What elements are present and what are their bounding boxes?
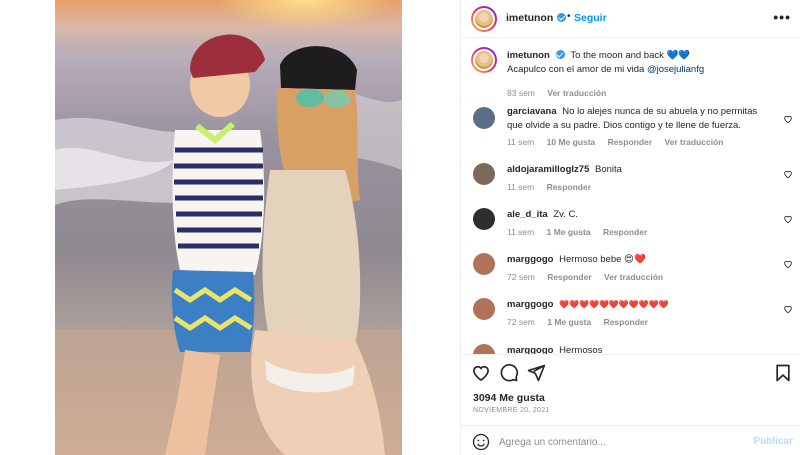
comment-body: Hermoso bebe 😍❤️ — [559, 254, 646, 265]
comment-text: marggogo Hermoso bebe 😍❤️ — [507, 253, 771, 267]
comment-item: ale_d_ita Zv. C. 11 sem 1 Me gusta Respo… — [461, 208, 800, 244]
add-comment-bar: Publicar — [461, 425, 800, 455]
comment-text: marggogo ❤️❤️❤️❤️❤️❤️❤️❤️❤️❤️❤️ — [507, 298, 771, 312]
post-actions: 3094 Me gusta NOVIEMBRE 20, 2021 Publica… — [461, 354, 800, 455]
commenter-avatar[interactable] — [473, 253, 495, 275]
reply-button[interactable]: Responder — [604, 317, 648, 327]
media-area — [0, 0, 460, 455]
commenter-username[interactable]: marggogo — [507, 254, 553, 265]
comment-meta: 11 sem Responder — [507, 182, 601, 192]
reply-button[interactable]: Responder — [547, 182, 591, 192]
comment-item: aldojaramilloglz75 Bonita 11 sem Respond… — [461, 163, 800, 199]
commenter-username[interactable]: marggogo — [507, 299, 553, 310]
comment-meta: 11 sem 1 Me gusta Responder — [507, 227, 657, 237]
comment-body: Zv. C. — [553, 209, 578, 220]
reply-button[interactable]: Responder — [603, 227, 647, 237]
comment-meta: 11 sem 10 Me gusta Responder Ver traducc… — [507, 137, 734, 147]
commenter-avatar[interactable] — [473, 208, 495, 230]
comment-text: garciavana No lo alejes nunca de su abue… — [507, 105, 771, 133]
author-avatar[interactable] — [471, 6, 497, 32]
comment-time[interactable]: 72 sem — [507, 272, 535, 282]
follow-button[interactable]: Seguir — [574, 12, 607, 24]
comment-item: marggogo Hermosos — [461, 344, 800, 354]
post-date[interactable]: NOVIEMBRE 20, 2021 — [473, 407, 550, 414]
comment-time[interactable]: 11 sem — [507, 227, 534, 237]
comment-like-heart-icon[interactable] — [783, 304, 793, 314]
comment-text: aldojaramilloglz75 Bonita — [507, 163, 771, 177]
comment-meta: 72 sem 1 Me gusta Responder — [507, 317, 658, 327]
verified-badge-icon — [557, 13, 566, 22]
comment-time[interactable]: 11 sem — [507, 137, 534, 147]
post-header: imetunon • Seguir ••• — [461, 0, 800, 38]
comment-like-heart-icon[interactable] — [783, 259, 793, 269]
caption: imetunon To the moon and back 💙💙 Acapulc… — [461, 47, 800, 99]
caption-translate-link[interactable]: Ver traducción — [547, 88, 606, 98]
caption-line1: To the moon and back 💙💙 — [570, 50, 691, 61]
comment-item: marggogo Hermoso bebe 😍❤️ 72 sem Respond… — [461, 253, 800, 289]
caption-meta: 83 sem Ver traducción — [507, 88, 616, 98]
translate-link[interactable]: Ver traducción — [664, 137, 723, 147]
comment-input[interactable] — [499, 432, 739, 452]
comment-likes[interactable]: 1 Me gusta — [547, 227, 591, 237]
commenter-username[interactable]: garciavana — [507, 106, 557, 117]
commenter-username[interactable]: aldojaramilloglz75 — [507, 164, 589, 175]
caption-line2: Acapulco con el amor de mi vida — [507, 64, 647, 75]
comment-body: Bonita — [595, 164, 622, 175]
likes-count[interactable]: 3094 Me gusta — [473, 392, 545, 404]
more-icon[interactable]: ••• — [773, 9, 791, 25]
comment-item: marggogo ❤️❤️❤️❤️❤️❤️❤️❤️❤️❤️❤️ 72 sem 1… — [461, 298, 800, 334]
post-photo[interactable] — [55, 0, 402, 455]
reply-button[interactable]: Responder — [608, 137, 652, 147]
comment-like-heart-icon[interactable] — [783, 214, 793, 224]
comment-like-heart-icon[interactable] — [783, 114, 793, 124]
translate-link[interactable]: Ver traducción — [604, 272, 663, 282]
publish-button[interactable]: Publicar — [754, 436, 793, 447]
caption-avatar[interactable] — [471, 47, 497, 73]
comment-like-heart-icon[interactable] — [783, 169, 793, 179]
caption-time[interactable]: 83 sem — [507, 88, 535, 98]
post-details-panel: imetunon • Seguir ••• imetunon To the mo… — [460, 0, 800, 455]
beach-photo-image — [55, 0, 402, 455]
comment-time[interactable]: 11 sem — [507, 182, 534, 192]
heart-icon[interactable] — [471, 363, 491, 383]
commenter-avatar[interactable] — [473, 163, 495, 185]
author-username[interactable]: imetunon — [506, 12, 553, 24]
emoji-icon[interactable] — [472, 433, 490, 451]
verified-badge-icon — [555, 50, 565, 59]
caption-text: imetunon To the moon and back 💙💙 Acapulc… — [507, 49, 771, 77]
comment-text: marggogo Hermosos — [507, 344, 771, 354]
caption-username[interactable]: imetunon — [507, 50, 550, 61]
mention-link[interactable]: @josejulianfg — [647, 64, 704, 75]
comment-body: Hermosos — [559, 345, 603, 354]
commenter-username[interactable]: marggogo — [507, 345, 553, 354]
comment-body: ❤️❤️❤️❤️❤️❤️❤️❤️❤️❤️❤️ — [559, 300, 669, 309]
separator-dot: • — [567, 11, 571, 22]
comment-text: ale_d_ita Zv. C. — [507, 208, 771, 222]
comment-item: garciavana No lo alejes nunca de su abue… — [461, 105, 800, 149]
bookmark-icon[interactable] — [773, 363, 793, 383]
comment-meta: 72 sem Responder Ver traducción — [507, 272, 673, 282]
comment-icon[interactable] — [499, 363, 519, 383]
commenter-avatar[interactable] — [473, 298, 495, 320]
send-icon[interactable] — [526, 363, 546, 383]
comment-likes[interactable]: 1 Me gusta — [547, 317, 591, 327]
comment-time[interactable]: 72 sem — [507, 317, 535, 327]
commenter-avatar[interactable] — [473, 344, 495, 354]
comments-list[interactable]: imetunon To the moon and back 💙💙 Acapulc… — [461, 39, 800, 354]
reply-button[interactable]: Responder — [547, 272, 591, 282]
commenter-avatar[interactable] — [473, 107, 495, 129]
comment-likes[interactable]: 10 Me gusta — [547, 137, 596, 147]
commenter-username[interactable]: ale_d_ita — [507, 209, 548, 220]
